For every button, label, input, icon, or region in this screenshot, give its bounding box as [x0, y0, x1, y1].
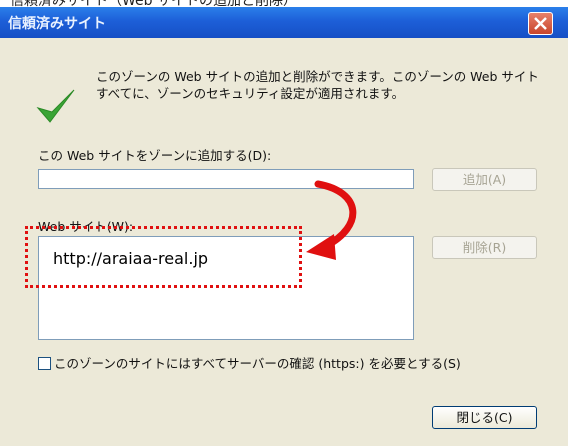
close-button[interactable]: 閉じる(C) — [432, 406, 537, 429]
zone-description: このゾーンの Web サイトの追加と削除ができます。このゾーンの Web サイト… — [96, 69, 539, 101]
remove-button[interactable]: 削除(R) — [432, 236, 537, 259]
add-button[interactable]: 追加(A) — [432, 168, 537, 191]
dialog-body: このゾーンの Web サイトの追加と削除ができます。このゾーンの Web サイト… — [0, 38, 568, 446]
curved-arrow-annotation — [306, 180, 357, 260]
add-site-label: この Web サイトをゾーンに追加する(D): — [38, 148, 272, 163]
checkmark-icon — [36, 89, 75, 123]
close-icon — [534, 17, 547, 30]
https-requirement-row[interactable]: このゾーンのサイトにはすべてサーバーの確認 (https:) を必要とする(S) — [38, 353, 461, 372]
list-item[interactable]: http://araiaa-real.jp — [53, 249, 208, 268]
https-label: このゾーンのサイトにはすべてサーバーの確認 (https:) を必要とする(S) — [54, 356, 461, 371]
sites-list-label: Web サイト(W): — [38, 219, 134, 234]
title-bar[interactable]: 信頼済みサイト — [0, 7, 568, 38]
close-window-button[interactable] — [528, 12, 553, 35]
window-title: 信頼済みサイト — [8, 16, 106, 32]
https-checkbox[interactable] — [38, 357, 51, 370]
